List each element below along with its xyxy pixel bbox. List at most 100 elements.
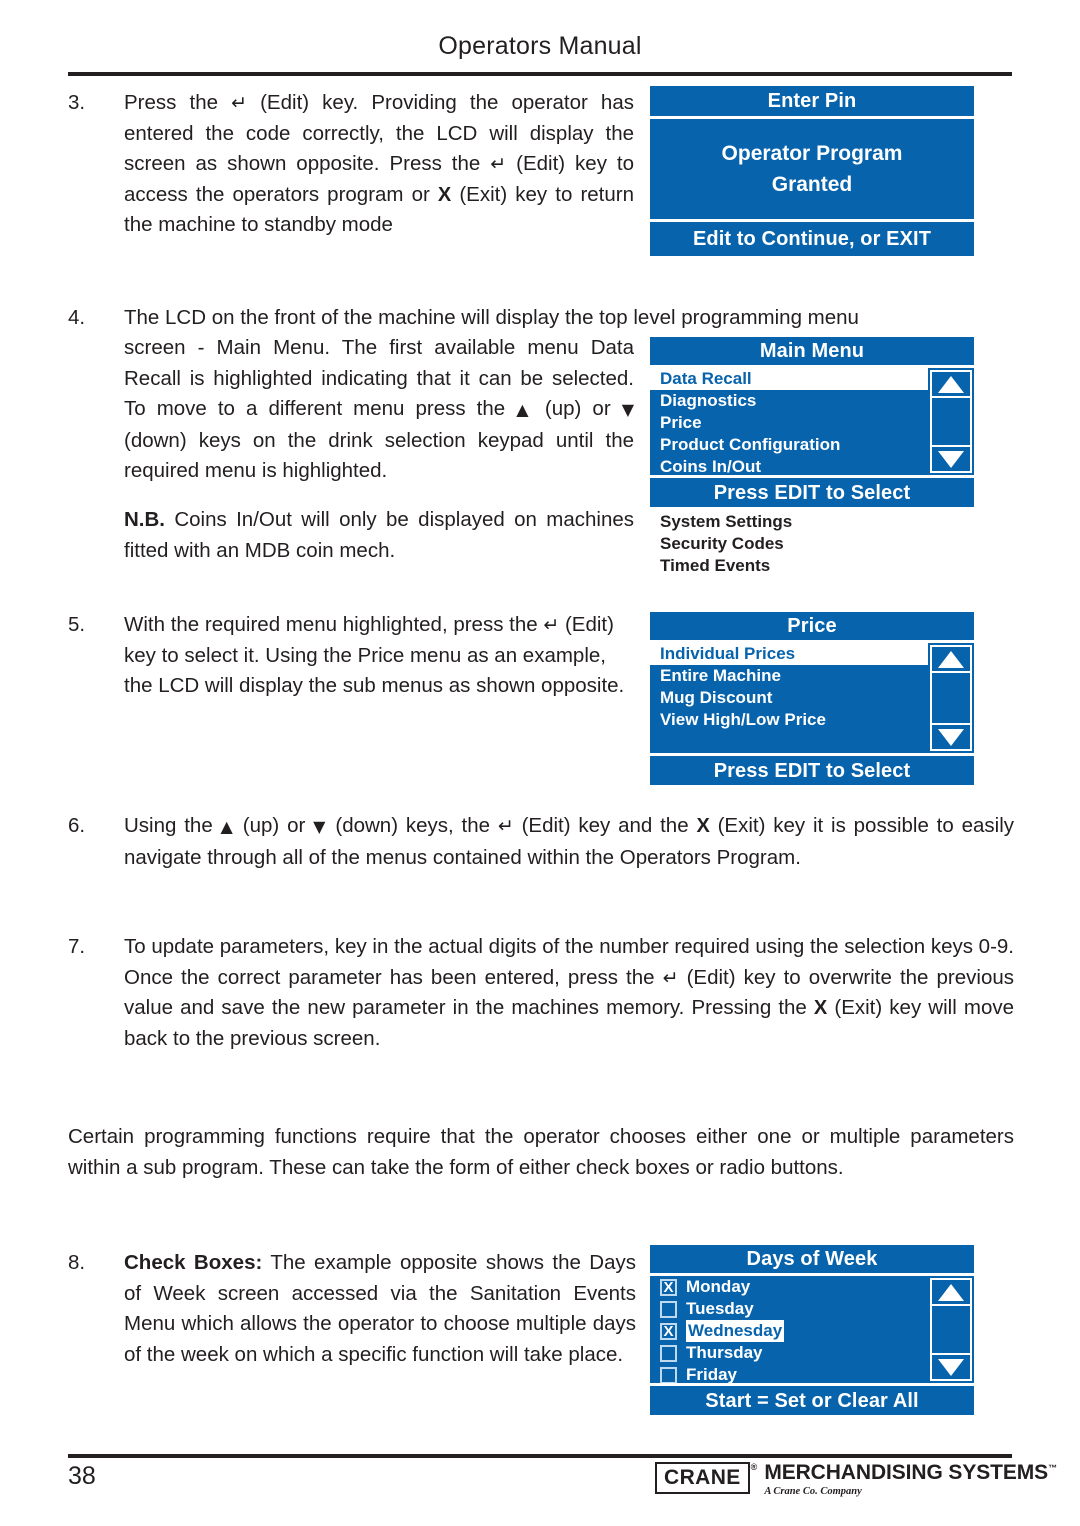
- checkbox-wednesday[interactable]: X: [660, 1322, 677, 1340]
- crane-logo-main-label: MERCHANDISING SYSTEMS: [764, 1461, 1049, 1484]
- scrollbar-track[interactable]: [930, 1306, 972, 1353]
- list-item-label: Friday: [686, 1365, 738, 1383]
- item-3-number: 3.: [68, 91, 86, 114]
- lcd-footer-days-of-week: Start = Set or Clear All: [650, 1386, 974, 1415]
- scroll-up-button[interactable]: [930, 370, 972, 398]
- item-7-number: 7.: [68, 935, 86, 958]
- triangle-up-icon: [938, 375, 964, 393]
- triangle-down-icon: ▼: [313, 817, 328, 836]
- list-item[interactable]: Tuesday: [650, 1298, 928, 1320]
- item-8-bold-lead: Check Boxes:: [124, 1251, 263, 1274]
- triangle-down-icon: [938, 450, 964, 468]
- crane-logo-box: CRANE: [655, 1462, 750, 1495]
- lcd-body-days-of-week: X Monday Tuesday X Wednesday Thursday Fr…: [650, 1276, 974, 1383]
- triangle-up-icon: [938, 1283, 964, 1301]
- scroll-up-button[interactable]: [930, 645, 972, 673]
- list-item-label: Product Configuration: [660, 435, 841, 454]
- lcd-message-line-1: Operator Program: [721, 142, 903, 165]
- lcd-title-days-of-week: Days of Week: [650, 1245, 974, 1273]
- exit-key-icon: X: [696, 815, 710, 837]
- lcd-message-enter-pin: Operator Program Granted: [650, 119, 974, 219]
- item-4-number: 4.: [68, 306, 86, 329]
- item-8-number: 8.: [68, 1251, 86, 1274]
- list-item-label: Price: [660, 413, 702, 432]
- list-item[interactable]: Entire Machine: [650, 665, 928, 687]
- list-item[interactable]: Diagnostics: [650, 390, 928, 412]
- triangle-up-icon: ▲: [516, 400, 534, 420]
- exit-key-icon: X: [813, 997, 828, 1020]
- scroll-down-button[interactable]: [930, 1353, 972, 1381]
- scrollbar[interactable]: [930, 1278, 972, 1381]
- list-item[interactable]: X Monday: [650, 1276, 928, 1298]
- lcd-list-main-menu: Data Recall Diagnostics Price Product Co…: [650, 368, 928, 475]
- crane-logo-main-text: MERCHANDISING SYSTEMS™: [764, 1461, 1057, 1484]
- triangle-down-icon: ▼: [621, 400, 634, 420]
- note-text: Coins In/Out will only be displayed on m…: [124, 508, 634, 562]
- scroll-up-button[interactable]: [930, 1278, 972, 1306]
- list-item-label: System Settings: [660, 512, 793, 531]
- lcd-footer-price: Press EDIT to Select: [650, 756, 974, 785]
- list-item-label: Security Codes: [660, 534, 784, 553]
- scrollbar[interactable]: [930, 370, 972, 473]
- triangle-up-icon: ▲: [220, 817, 235, 836]
- triangle-up-icon: [938, 650, 964, 668]
- list-item[interactable]: X Wednesday: [650, 1320, 928, 1342]
- checkbox-tuesday[interactable]: [660, 1300, 677, 1318]
- scroll-down-button[interactable]: [930, 445, 972, 473]
- edit-key-icon: ↵: [662, 966, 679, 989]
- lcd-list-price: Individual Prices Entire Machine Mug Dis…: [650, 643, 928, 753]
- list-item[interactable]: Friday: [650, 1364, 928, 1383]
- edit-key-icon: ↵: [543, 614, 560, 636]
- list-item[interactable]: Mug Discount: [650, 687, 928, 709]
- list-item[interactable]: Price: [650, 412, 928, 434]
- lcd-body-enter-pin: Operator Program Granted: [650, 119, 974, 219]
- lcd-title-enter-pin: Enter Pin: [650, 86, 974, 116]
- note-label: N.B.: [124, 508, 165, 531]
- scrollbar[interactable]: [930, 645, 972, 751]
- edit-key-icon: ↵: [231, 92, 248, 114]
- list-item[interactable]: View High/Low Price: [650, 709, 928, 731]
- lcd-footer-enter-pin: Edit to Continue, or EXIT: [650, 222, 974, 256]
- crane-logo-right: MERCHANDISING SYSTEMS™ A Crane Co. Compa…: [764, 1461, 1057, 1498]
- scrollbar-track[interactable]: [930, 398, 972, 445]
- edit-key-icon: ↵: [497, 815, 514, 837]
- checkbox-friday[interactable]: [660, 1366, 677, 1383]
- main-menu-overflow-list: System Settings Security Codes Timed Eve…: [660, 511, 792, 577]
- item-5-number: 5.: [68, 613, 86, 636]
- list-item[interactable]: Data Recall: [650, 368, 928, 390]
- lcd-message-line-2: Granted: [771, 173, 853, 196]
- list-item[interactable]: Individual Prices: [650, 643, 928, 665]
- lcd-panel-price: Price Individual Prices Entire Machine M…: [650, 612, 974, 785]
- lcd-panel-days-of-week: Days of Week X Monday Tuesday X Wednesda…: [650, 1245, 974, 1415]
- scrollbar-track[interactable]: [930, 673, 972, 723]
- list-item-label: Individual Prices: [660, 644, 796, 663]
- checkbox-thursday[interactable]: [660, 1344, 677, 1362]
- item-6-text: Using the ▲ (up) or ▼ (down) keys, the ↵…: [124, 814, 1015, 869]
- scroll-down-button[interactable]: [930, 723, 972, 751]
- body-paragraph: Certain programming functions require th…: [68, 1125, 1014, 1179]
- item-8-text: Check Boxes: The example opposite shows …: [124, 1248, 636, 1370]
- page-header-title: Operators Manual: [438, 32, 642, 60]
- checkbox-monday[interactable]: X: [660, 1278, 677, 1296]
- trademark-mark-icon: ™: [1048, 1463, 1057, 1473]
- manual-page: Operators Manual 3. Press the ↵ (Edit) k…: [0, 0, 1080, 1526]
- page-number: 38: [68, 1462, 96, 1490]
- lcd-body-price: Individual Prices Entire Machine Mug Dis…: [650, 643, 974, 753]
- lcd-panel-enter-pin: Enter Pin Operator Program Granted Edit …: [650, 86, 974, 256]
- lcd-title-main-menu: Main Menu: [650, 337, 974, 365]
- footer-rule: [68, 1454, 1012, 1458]
- item-4-text: screen - Main Menu. The first available …: [124, 336, 634, 483]
- list-item[interactable]: Coins In/Out: [650, 456, 928, 475]
- list-item[interactable]: Product Configuration: [650, 434, 928, 456]
- item-4-lead-text: The LCD on the front of the machine will…: [124, 306, 859, 329]
- list-item-label: View High/Low Price: [660, 710, 826, 729]
- item-4-note: N.B. Coins In/Out will only be displayed…: [124, 505, 634, 566]
- lcd-title-price: Price: [650, 612, 974, 640]
- list-item[interactable]: Thursday: [650, 1342, 928, 1364]
- crane-logo: CRANE ® MERCHANDISING SYSTEMS™ A Crane C…: [655, 1461, 1057, 1498]
- crane-logo-subtitle: A Crane Co. Company: [764, 1486, 862, 1498]
- lcd-list-days-of-week: X Monday Tuesday X Wednesday Thursday Fr…: [650, 1276, 928, 1383]
- triangle-down-icon: [938, 1358, 964, 1376]
- list-item-label: Timed Events: [660, 556, 771, 575]
- list-item-label: Tuesday: [686, 1299, 754, 1318]
